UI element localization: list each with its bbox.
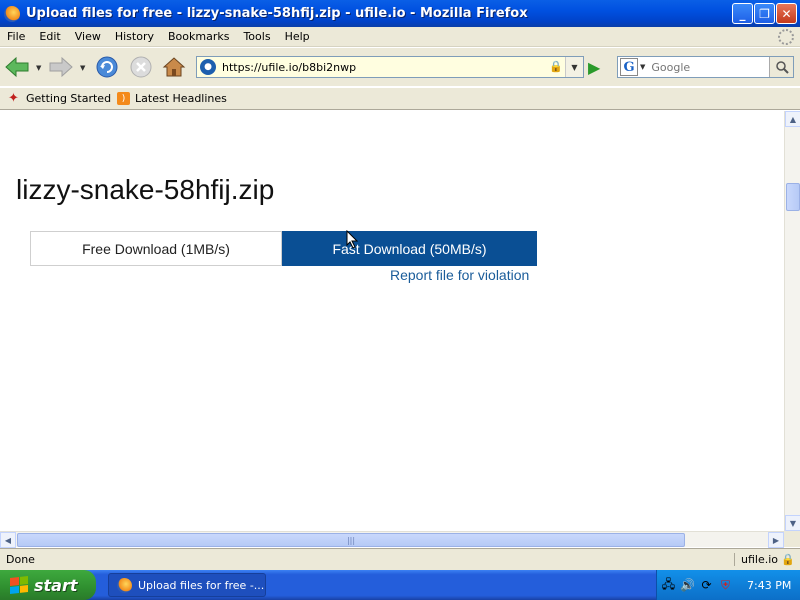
back-history-dropdown-icon[interactable]: ▼ (36, 64, 41, 72)
start-button[interactable]: start (0, 570, 96, 600)
status-text: Done (6, 553, 35, 566)
menu-view[interactable]: View (68, 30, 108, 43)
engine-dropdown-icon[interactable]: ▼ (640, 63, 645, 71)
back-arrow-icon[interactable] (4, 54, 30, 80)
magnifier-icon[interactable] (769, 57, 793, 77)
status-padlock-icon[interactable]: 🔒 (781, 553, 795, 566)
security-shield-icon[interactable]: ⛨ (718, 578, 733, 593)
firefox-task-icon (117, 577, 132, 593)
scrollbar-corner (784, 531, 800, 547)
volume-icon[interactable]: 🔊 (680, 578, 695, 593)
fast-download-button[interactable]: Fast Download (50MB/s) (282, 231, 537, 266)
url-bar[interactable]: ● https://ufile.io/b8bi2nwp 🔒 ▼ (196, 56, 584, 78)
vertical-scroll-thumb[interactable] (786, 183, 800, 211)
window-title-bar[interactable]: Upload files for free - lizzy-snake-58hf… (0, 0, 800, 27)
menu-help[interactable]: Help (278, 30, 317, 43)
start-label: start (34, 575, 78, 595)
stop-icon[interactable] (128, 54, 154, 80)
close-button[interactable]: ✕ (776, 3, 797, 24)
horizontal-scrollbar[interactable]: ◀ ||| ▶ (0, 531, 784, 548)
scroll-right-icon[interactable]: ▶ (768, 532, 784, 548)
page-title: lizzy-snake-58hfij.zip (16, 174, 275, 205)
horizontal-scroll-thumb[interactable]: ||| (17, 533, 685, 547)
url-history-dropdown-icon[interactable]: ▼ (565, 57, 583, 77)
minimize-button[interactable]: _ (732, 3, 753, 24)
menu-tools[interactable]: Tools (236, 30, 277, 43)
scroll-up-icon[interactable]: ▲ (785, 111, 800, 127)
status-bar: Done ufile.io 🔒 (0, 548, 800, 570)
home-icon[interactable] (161, 54, 187, 80)
network-icon[interactable]: 🖧 (661, 577, 676, 593)
scroll-down-icon[interactable]: ▼ (785, 515, 800, 531)
menu-bookmarks[interactable]: Bookmarks (161, 30, 236, 43)
taskbar-item-label: Upload files for free -... (138, 578, 265, 592)
url-text[interactable]: https://ufile.io/b8bi2nwp (222, 61, 356, 74)
free-download-button[interactable]: Free Download (1MB/s) (30, 231, 282, 266)
firefox-logo-icon (4, 5, 20, 22)
windows-flag-icon (10, 576, 28, 594)
vertical-scrollbar[interactable]: ▲ ▼ (784, 111, 800, 531)
scroll-left-icon[interactable]: ◀ (0, 532, 16, 548)
clock[interactable]: 7:43 PM (747, 579, 791, 592)
reload-icon[interactable] (94, 54, 120, 80)
padlock-icon[interactable]: 🔒 (549, 60, 563, 73)
download-options: Free Download (1MB/s) Fast Download (50M… (30, 231, 537, 266)
throbber-icon (778, 29, 794, 45)
mouse-cursor-icon (346, 230, 358, 249)
status-host: ufile.io (733, 553, 778, 566)
taskbar-item-firefox[interactable]: Upload files for free -... (108, 573, 266, 597)
rss-feed-icon: ) (117, 92, 131, 105)
window-title: Upload files for free - lizzy-snake-58hf… (26, 6, 528, 21)
search-box[interactable]: G ▼ (617, 56, 794, 78)
bookmark-latest-headlines[interactable]: ) Latest Headlines (117, 92, 227, 105)
menu-file[interactable]: File (0, 30, 32, 43)
forward-history-dropdown-icon[interactable]: ▼ (80, 64, 85, 72)
firefox-bookmark-icon: ✦ (8, 91, 19, 106)
bookmark-getting-started[interactable]: ✦ Getting Started (6, 91, 112, 106)
system-tray: 🖧 🔊 ⟳ ⛨ 7:43 PM (656, 570, 800, 600)
menu-history[interactable]: History (108, 30, 161, 43)
bookmark-label: Getting Started (26, 92, 112, 105)
site-identity-icon[interactable]: ● (200, 59, 216, 75)
taskbar: start Upload files for free -... 🖧 🔊 ⟳ ⛨… (0, 570, 800, 600)
go-arrow-icon[interactable]: ▶ (588, 58, 600, 77)
restore-button[interactable]: ❐ (754, 3, 775, 24)
menu-edit[interactable]: Edit (32, 30, 67, 43)
search-input[interactable] (651, 60, 762, 74)
bookmarks-toolbar: ✦ Getting Started ) Latest Headlines (0, 88, 800, 110)
google-engine-icon[interactable]: G (620, 58, 638, 76)
forward-arrow-icon[interactable] (48, 54, 74, 80)
update-icon[interactable]: ⟳ (699, 578, 714, 593)
page-content: lizzy-snake-58hfij.zip Free Download (1M… (0, 111, 784, 531)
report-violation-link[interactable]: Report file for violation (390, 267, 529, 283)
bookmark-label: Latest Headlines (135, 92, 227, 105)
menu-bar: File Edit View History Bookmarks Tools H… (0, 27, 800, 47)
